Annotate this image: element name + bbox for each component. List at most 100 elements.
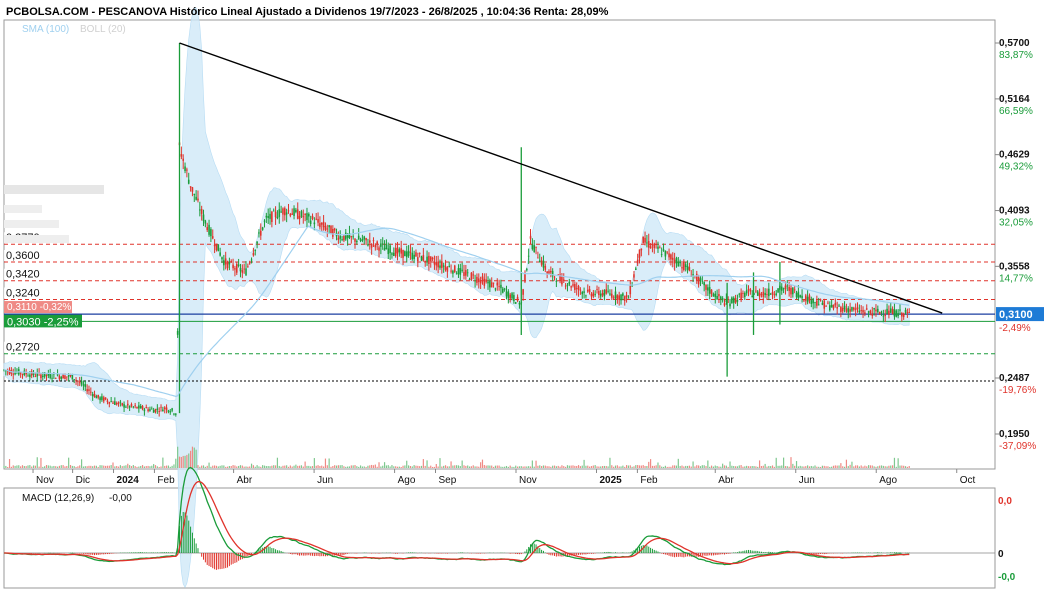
- volume-bar: [880, 465, 883, 468]
- volume-bar: [95, 465, 97, 468]
- volume-bar: [768, 465, 770, 468]
- macd-hist-bar: [581, 553, 583, 555]
- volume-bar: [177, 446, 179, 468]
- volume-bar: [424, 465, 426, 468]
- volume-bar: [882, 465, 884, 468]
- macd-tick-bottom: -0,0: [998, 572, 1016, 583]
- sma-indicator-label[interactable]: SMA (100): [22, 24, 69, 35]
- candle-body: [538, 260, 541, 263]
- volume-bar: [777, 465, 779, 468]
- macd-hist-bar: [162, 552, 164, 553]
- volume-bar: [662, 466, 665, 468]
- candle-body: [304, 213, 306, 216]
- candle-body: [84, 384, 87, 387]
- volume-bar: [385, 465, 388, 468]
- candle-body: [847, 308, 850, 313]
- macd-hist-bar: [827, 553, 829, 554]
- volume-bar: [444, 465, 447, 468]
- candle-body: [483, 278, 486, 286]
- volume-bar: [36, 457, 38, 468]
- macd-hist-bar: [312, 553, 314, 556]
- volume-bar: [823, 465, 825, 468]
- volume-bar: [382, 465, 384, 468]
- volume-bar: [707, 460, 709, 468]
- candle-body: [895, 310, 898, 317]
- volume-bar: [783, 457, 785, 468]
- volume-bar: [129, 465, 131, 468]
- volume-bar: [596, 466, 598, 468]
- volume-bar: [328, 458, 330, 468]
- volume-bar: [204, 466, 206, 468]
- candle-body: [372, 240, 375, 242]
- macd-hist-bar: [517, 553, 519, 555]
- candle-body: [34, 376, 37, 378]
- volume-bar: [515, 465, 517, 468]
- volume-bar: [169, 466, 171, 468]
- macd-hist-bar: [339, 553, 341, 556]
- macd-hist-bar: [136, 552, 138, 553]
- candle-body: [354, 238, 356, 242]
- volume-bar: [640, 465, 642, 468]
- macd-hist-bar: [723, 553, 725, 555]
- candle-body: [300, 211, 303, 217]
- volume-bar: [68, 457, 70, 468]
- candle-body: [612, 297, 615, 299]
- boll-indicator-label[interactable]: BOLL (20): [80, 24, 126, 35]
- candle-body: [603, 289, 606, 297]
- volume-bar: [153, 464, 155, 468]
- volume-bar: [779, 465, 781, 468]
- macd-hist-bar: [550, 553, 552, 556]
- volume-bar: [873, 466, 875, 468]
- macd-hist-bar: [681, 553, 683, 558]
- candle-body: [489, 281, 491, 288]
- candle-body: [581, 291, 584, 295]
- candle-body: [518, 302, 521, 305]
- candle-body: [601, 292, 604, 296]
- x-tick-label: Nov: [519, 475, 537, 486]
- volume-bar: [483, 465, 485, 468]
- volume-bar: [326, 465, 328, 468]
- volume-bar: [698, 465, 700, 468]
- volume-bar: [289, 465, 291, 468]
- candle-body: [147, 409, 149, 412]
- volume-bar: [467, 465, 469, 468]
- macd-hist-bar: [191, 532, 193, 553]
- candle-body: [594, 294, 596, 295]
- volume-bar: [374, 464, 376, 468]
- macd-hist-bar: [775, 552, 777, 553]
- volume-bar: [535, 460, 537, 468]
- candle-body: [333, 228, 336, 231]
- volume-bar: [603, 465, 606, 468]
- candle-body: [287, 210, 290, 212]
- candle-body: [481, 276, 484, 280]
- candle-body: [167, 410, 170, 412]
- volume-bar: [565, 466, 567, 468]
- candle-body: [790, 287, 792, 295]
- volume-bar: [614, 465, 617, 468]
- candle-body: [677, 261, 680, 267]
- macd-hist-bar: [648, 546, 650, 553]
- candle-body: [200, 209, 203, 214]
- volume-bar: [298, 465, 301, 468]
- volume-bar: [609, 457, 611, 468]
- candle-body: [477, 278, 480, 282]
- candle-body: [695, 273, 698, 281]
- macd-hist-bar: [663, 553, 665, 555]
- candle-body: [195, 196, 197, 200]
- macd-hist-bar: [716, 553, 718, 555]
- volume-bar: [710, 465, 713, 468]
- candle-body: [607, 290, 609, 292]
- candle-body: [494, 288, 497, 290]
- candle-body: [888, 310, 890, 315]
- volume-bar: [302, 466, 304, 468]
- candle-body: [564, 285, 567, 287]
- candle-body: [341, 239, 343, 240]
- macd-hist-bar: [729, 553, 731, 554]
- volume-bar: [576, 465, 578, 468]
- volume-bar: [88, 465, 90, 468]
- volume-bar: [276, 457, 279, 468]
- candle-body: [653, 243, 656, 249]
- volume-bar: [529, 466, 532, 468]
- macd-hist-bar: [166, 552, 168, 553]
- candle-body: [744, 293, 746, 298]
